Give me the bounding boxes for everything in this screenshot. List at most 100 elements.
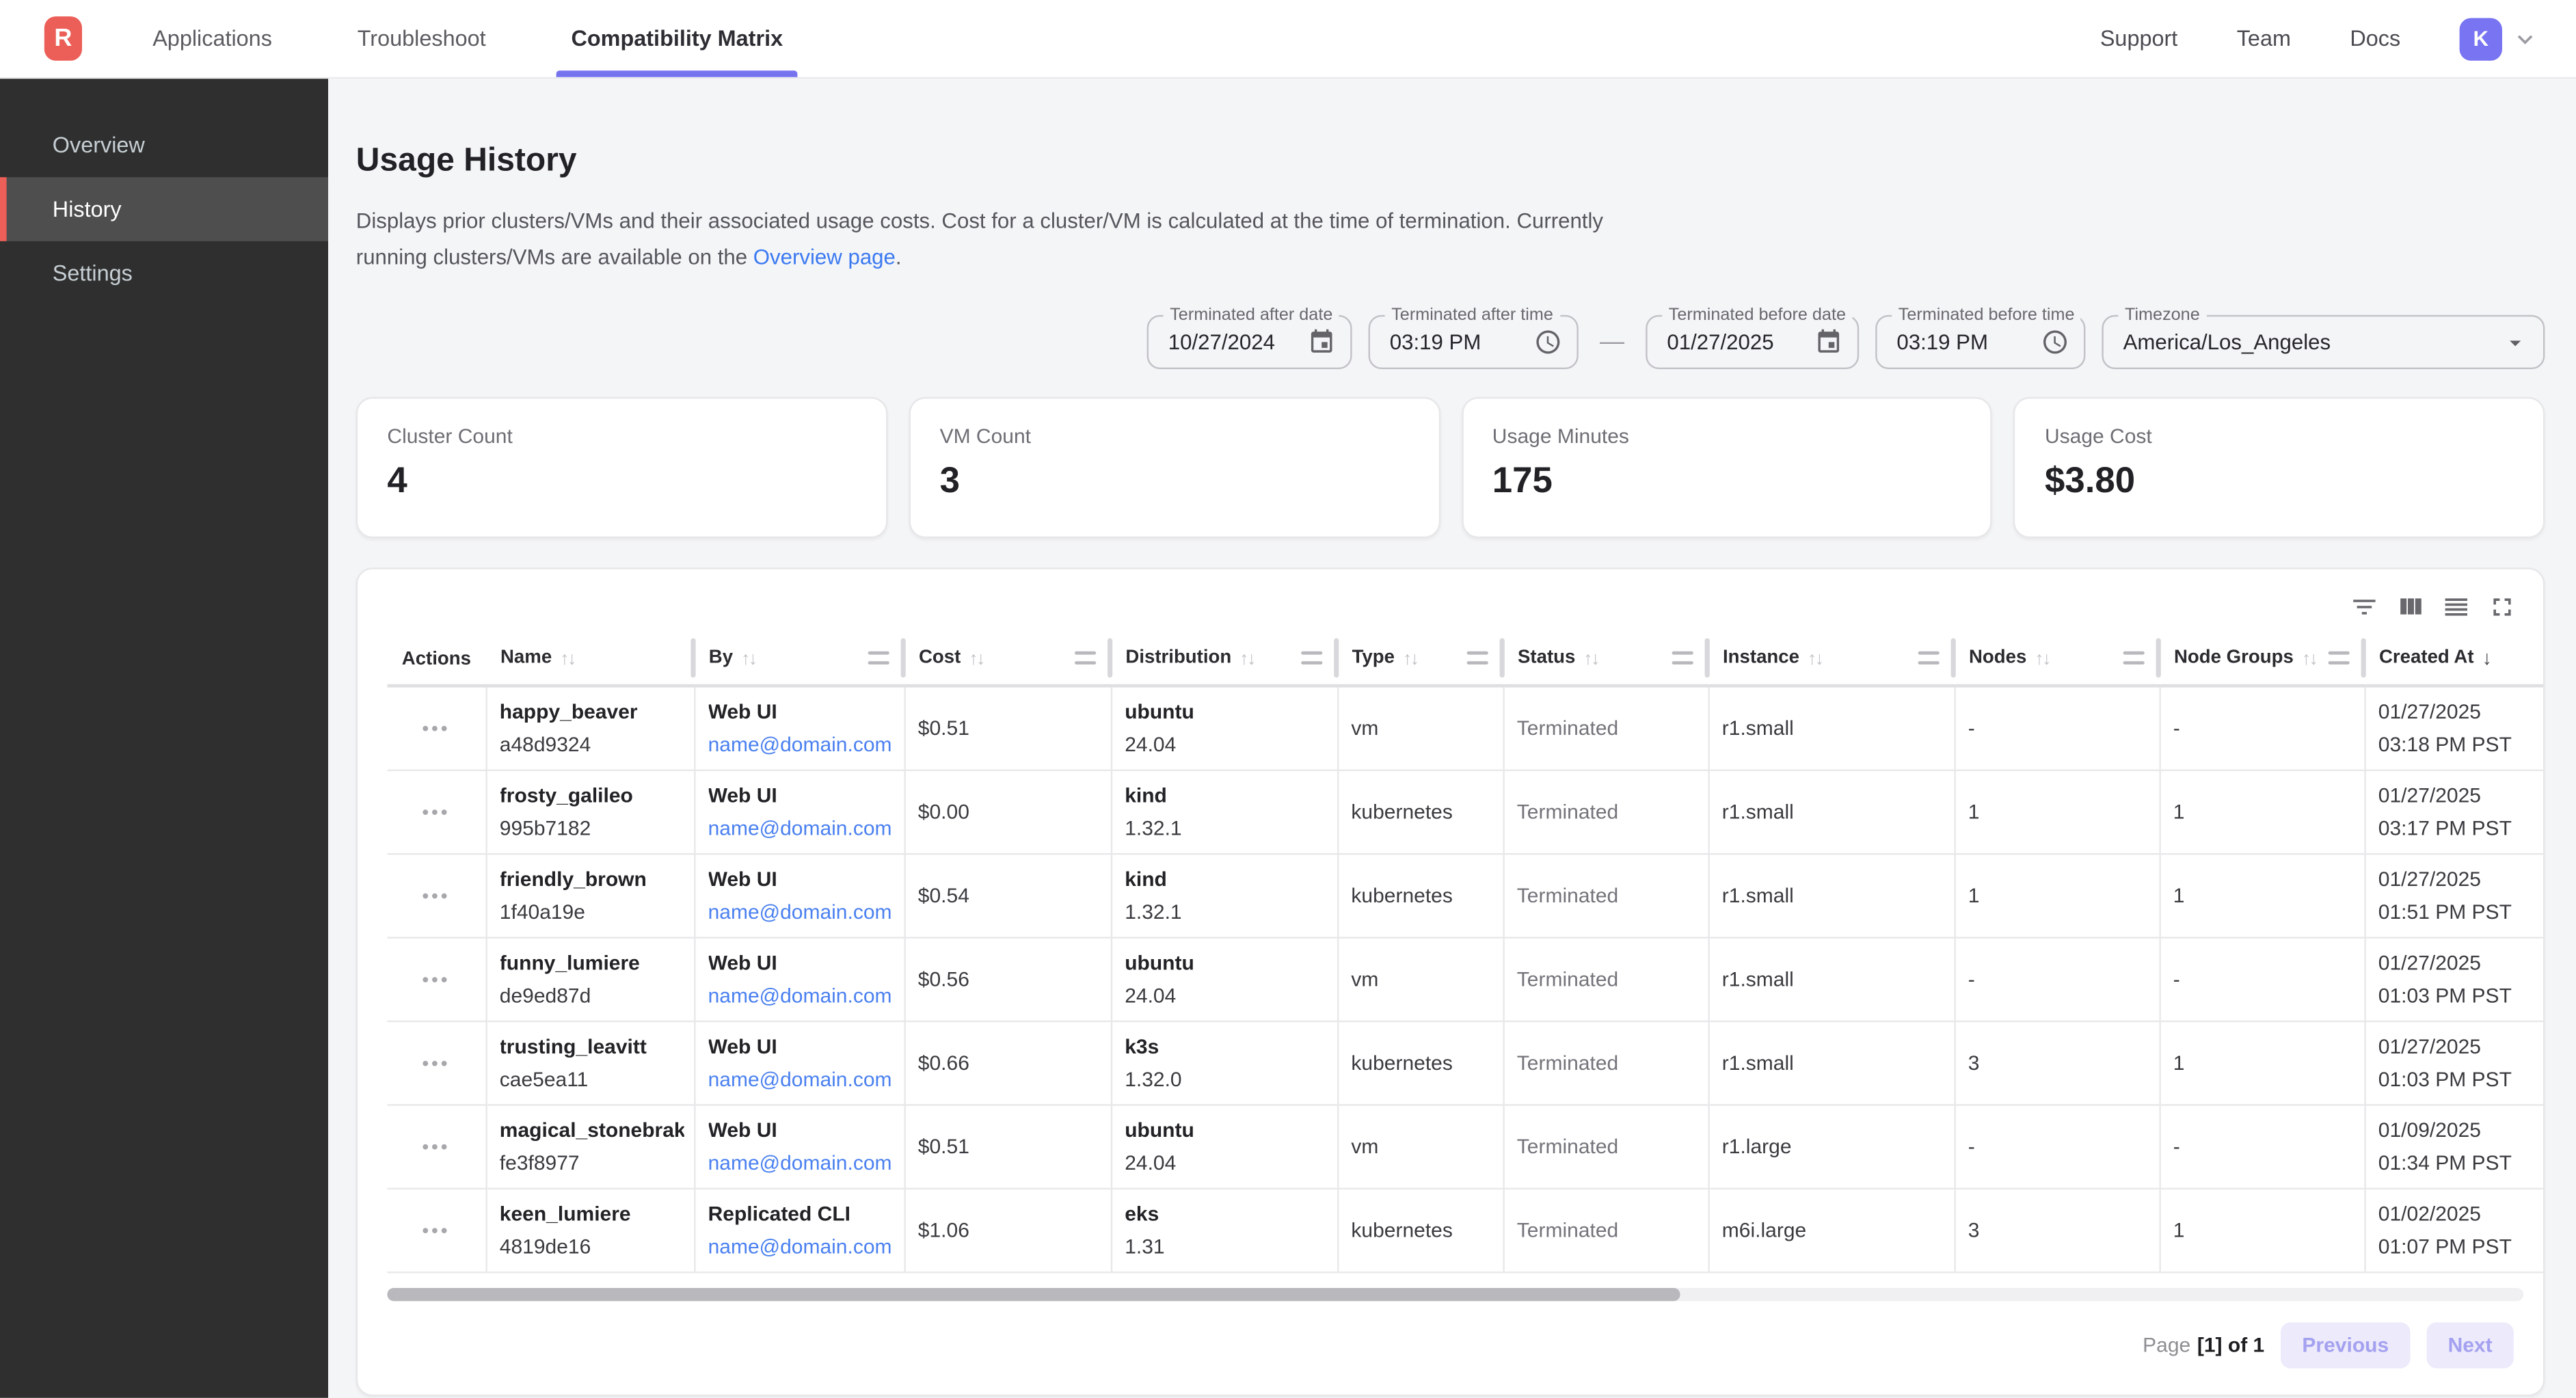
sidebar-item-overview[interactable]: Overview	[0, 113, 328, 178]
created-by-email-link[interactable]: name@domain.com	[708, 984, 894, 1007]
tab-compatibility-matrix[interactable]: Compatibility Matrix	[556, 0, 798, 77]
previous-page-button[interactable]: Previous	[2281, 1321, 2410, 1367]
ellipsis-icon	[422, 1050, 450, 1075]
horizontal-scrollbar[interactable]	[387, 1287, 2523, 1300]
instance-value: r1.small	[1722, 883, 1794, 906]
nodes-value: 3	[1968, 1051, 1980, 1074]
cluster-name: magical_stonebraker	[500, 1118, 684, 1142]
column-resize-handle[interactable]	[1075, 651, 1096, 664]
row-actions-button[interactable]	[412, 796, 460, 827]
col-header-name[interactable]: Name	[485, 632, 694, 686]
column-resize-handle[interactable]	[2329, 651, 2350, 664]
tab-troubleshoot[interactable]: Troubleshoot	[343, 0, 500, 77]
cluster-name: funny_lumiere	[500, 951, 684, 974]
table-body: happy_beavera48d9324 Web UIname@domain.c…	[387, 686, 2543, 1272]
terminated-after-date-label: Terminated after date	[1164, 305, 1339, 325]
created-by-email-link[interactable]: name@domain.com	[708, 900, 894, 923]
tab-applications[interactable]: Applications	[138, 0, 287, 77]
primary-tabs: Applications Troubleshoot Compatibility …	[138, 0, 798, 77]
created-at-time: 03:18 PM PST	[2378, 733, 2543, 756]
terminated-after-time-field[interactable]: Terminated after time 03:19 PM	[1369, 315, 1579, 369]
nav-docs-link[interactable]: Docs	[2350, 26, 2400, 51]
status-value: Terminated	[1517, 716, 1618, 740]
col-header-created-at[interactable]: Created At	[2364, 632, 2543, 686]
row-actions-button[interactable]	[412, 1047, 460, 1078]
avatar[interactable]: K	[2460, 17, 2502, 59]
next-page-button[interactable]: Next	[2426, 1321, 2513, 1367]
clock-icon[interactable]	[2041, 328, 2069, 356]
nav-team-link[interactable]: Team	[2237, 26, 2291, 51]
table-row: frosty_galileo995b7182 Web UIname@domain…	[387, 770, 2543, 853]
created-by-email-link[interactable]: name@domain.com	[708, 733, 894, 756]
type-value: vm	[1351, 1135, 1378, 1158]
col-label: Created At	[2379, 648, 2474, 668]
distribution-name: ubuntu	[1125, 1118, 1326, 1142]
stat-value: $3.80	[2045, 459, 2514, 502]
col-header-instance[interactable]: Instance	[1708, 632, 1954, 686]
distribution-name: kind	[1125, 867, 1326, 890]
col-header-cost[interactable]: Cost	[904, 632, 1110, 686]
replicated-logo[interactable]: R	[44, 16, 82, 61]
row-actions-button[interactable]	[412, 879, 460, 911]
column-resize-handle[interactable]	[1672, 651, 1693, 664]
cost-value: $0.51	[918, 716, 969, 740]
calendar-icon[interactable]	[1308, 328, 1336, 356]
usage-history-table: Actions Name By Cost Distribution Type S…	[387, 632, 2543, 1272]
filter-icon[interactable]	[2343, 586, 2385, 628]
col-label: Name	[500, 648, 552, 668]
type-value: vm	[1351, 967, 1378, 991]
created-by-email-link[interactable]: name@domain.com	[708, 1235, 894, 1258]
cluster-name: happy_beaver	[500, 700, 684, 723]
sort-icon	[1403, 643, 1418, 673]
scrollbar-thumb[interactable]	[387, 1287, 1679, 1300]
sidebar-item-history[interactable]: History	[0, 177, 328, 241]
col-header-nodes[interactable]: Nodes	[1954, 632, 2159, 686]
col-header-node-groups[interactable]: Node Groups	[2159, 632, 2364, 686]
col-header-type[interactable]: Type	[1337, 632, 1503, 686]
created-by-email-link[interactable]: name@domain.com	[708, 816, 894, 839]
col-header-distribution[interactable]: Distribution	[1111, 632, 1337, 686]
sort-icon	[2035, 643, 2050, 673]
nav-right: Support Team Docs K	[2100, 17, 2576, 59]
node-groups-value: 1	[2173, 1218, 2185, 1241]
row-actions-button[interactable]	[412, 1214, 460, 1246]
created-by-email-link[interactable]: name@domain.com	[708, 1151, 894, 1174]
density-icon[interactable]	[2435, 586, 2478, 628]
calendar-icon[interactable]	[1814, 328, 1842, 356]
columns-icon[interactable]	[2389, 586, 2431, 628]
distribution-version: 1.31	[1125, 1235, 1326, 1258]
col-label: Type	[1352, 648, 1395, 668]
created-by-source: Web UI	[708, 867, 894, 890]
terminated-after-date-field[interactable]: Terminated after date 10/27/2024	[1147, 315, 1352, 369]
status-value: Terminated	[1517, 1135, 1618, 1158]
column-resize-handle[interactable]	[1918, 651, 1940, 664]
sidebar-item-settings[interactable]: Settings	[0, 241, 328, 306]
terminated-after-date-value: 10/27/2024	[1168, 330, 1275, 354]
row-actions-button[interactable]	[412, 1131, 460, 1162]
account-menu[interactable]: K	[2460, 17, 2540, 59]
row-actions-button[interactable]	[412, 963, 460, 995]
terminated-before-date-field[interactable]: Terminated before date 01/27/2025	[1646, 315, 1859, 369]
stat-card-usage-cost: Usage Cost $3.80	[2013, 397, 2545, 538]
created-by-source: Web UI	[708, 1118, 894, 1142]
overview-page-link[interactable]: Overview page	[753, 243, 896, 268]
created-by-email-link[interactable]: name@domain.com	[708, 1067, 894, 1090]
clock-icon[interactable]	[1534, 328, 1562, 356]
column-resize-handle[interactable]	[1301, 651, 1322, 664]
row-actions-button[interactable]	[412, 712, 460, 744]
column-resize-handle[interactable]	[2123, 651, 2145, 664]
col-header-status[interactable]: Status	[1503, 632, 1708, 686]
ellipsis-icon	[422, 716, 450, 740]
column-resize-handle[interactable]	[868, 651, 889, 664]
instance-value: r1.small	[1722, 967, 1794, 991]
created-at-time: 01:03 PM PST	[2378, 1067, 2543, 1090]
column-resize-handle[interactable]	[1467, 651, 1488, 664]
col-header-by[interactable]: By	[694, 632, 904, 686]
instance-value: r1.small	[1722, 1051, 1794, 1074]
nav-support-link[interactable]: Support	[2100, 26, 2178, 51]
terminated-before-time-field[interactable]: Terminated before time 03:19 PM	[1875, 315, 2085, 369]
fullscreen-icon[interactable]	[2481, 586, 2523, 628]
timezone-select[interactable]: Timezone America/Los_Angeles	[2102, 315, 2545, 369]
created-by-source: Web UI	[708, 951, 894, 974]
distribution-version: 24.04	[1125, 1151, 1326, 1174]
